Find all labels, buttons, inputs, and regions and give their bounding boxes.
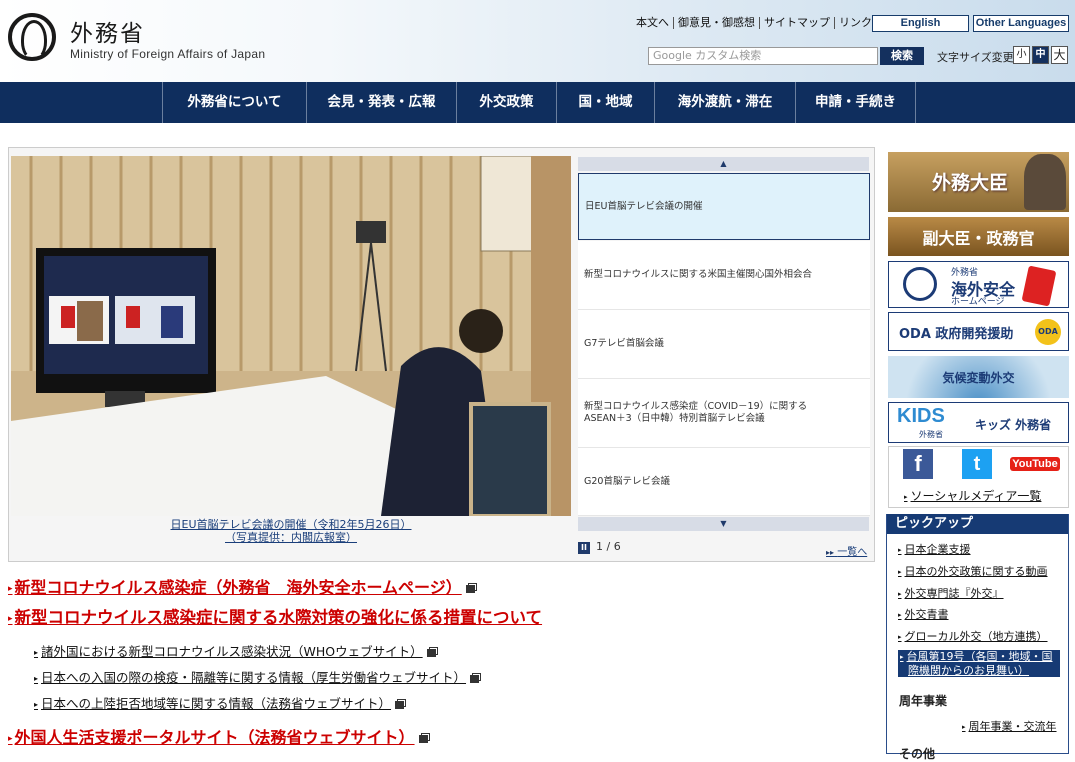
external-link-icon — [395, 700, 405, 709]
social-media-list-link[interactable]: ソーシャルメディア一覧 — [904, 487, 1042, 504]
font-size-medium-button[interactable]: 中 — [1032, 46, 1049, 64]
caption-line-1[interactable]: 日EU首脳テレビ会議の開催（令和2年5月26日） — [171, 518, 412, 531]
twitter-icon[interactable]: t — [962, 449, 992, 479]
font-size-label: 文字サイズ変更 — [937, 51, 1014, 64]
slide-item-1[interactable]: 日EU首脳テレビ会議の開催 — [578, 173, 870, 240]
anniversary-title: 周年事業 — [899, 694, 948, 708]
pickup-link-3[interactable]: 外交専門誌『外交』 — [898, 585, 1004, 601]
util-link-skip[interactable]: 本文へ — [632, 17, 673, 29]
passport-mascot-icon — [1021, 265, 1057, 307]
slide-item-label: 新型コロナウイルス感染症（COVID－19）に関する ASEAN＋3（日中韓）特別… — [584, 401, 807, 425]
search-input[interactable]: Google カスタム検索 — [648, 47, 878, 65]
site-title-jp[interactable]: 外務省 — [70, 14, 145, 48]
pickup-title: ピックアップ — [887, 514, 1068, 534]
minister-photo — [1024, 154, 1066, 210]
slide-item-label: G7テレビ首脳会議 — [584, 338, 664, 349]
oda-mascot-icon: ODA — [1035, 319, 1061, 345]
kids-label: キッズ 外務省 — [975, 418, 1052, 432]
sub-link-moj[interactable]: 日本への上陸拒否地域等に関する情報（法務省ウェブサイト） — [34, 693, 405, 712]
main-link-covid-safety[interactable]: 新型コロナウイルス感染症（外務省 海外安全ホームページ） — [8, 574, 475, 598]
english-button[interactable]: English — [872, 15, 969, 32]
search-button[interactable]: 検索 — [880, 47, 924, 65]
slider-down-arrow-icon[interactable]: ▼ — [578, 517, 869, 531]
typhoon-line-1: 台風第19号（各国・地域・国 — [906, 650, 1053, 663]
pickup-link-5[interactable]: グローカル外交（地方連携） — [898, 628, 1048, 644]
climate-label: 気候変動外交 — [942, 371, 1015, 385]
nav-regions[interactable]: 国・地域 — [556, 82, 654, 123]
slider-pager: II 1 / 6 — [578, 540, 621, 554]
main-link-label: 新型コロナウイルス感染症（外務省 海外安全ホームページ） — [14, 578, 462, 597]
pager-count: 1 / 6 — [596, 540, 621, 553]
external-link-icon — [470, 674, 480, 683]
main-link-border-measures[interactable]: 新型コロナウイルス感染症に関する水際対策の強化に係る措置について — [8, 604, 543, 628]
facebook-icon[interactable]: f — [903, 449, 933, 479]
site-title-en[interactable]: Ministry of Foreign Affairs of Japan — [70, 47, 265, 61]
minister-label: 外務大臣 — [932, 172, 1009, 194]
slide-item-label: G20首脳テレビ会議 — [584, 475, 670, 487]
mofa-logo-icon[interactable] — [8, 13, 56, 61]
kids-logo-icon: KIDS — [897, 405, 945, 427]
nav-procedures[interactable]: 申請・手続き — [795, 82, 916, 123]
climate-banner[interactable]: 気候変動外交 — [888, 356, 1069, 398]
youtube-icon[interactable]: YouTube — [1010, 449, 1060, 479]
vice-minister-banner[interactable]: 副大臣・政務官 — [888, 217, 1069, 256]
meeting-photo — [11, 156, 571, 516]
mofa-logo-icon — [903, 267, 937, 301]
site-header: 外務省 Ministry of Foreign Affairs of Japan… — [0, 0, 1075, 82]
slide-item-4[interactable]: 新型コロナウイルス感染症（COVID－19）に関する ASEAN＋3（日中韓）特別… — [578, 379, 870, 448]
pickup-link-4[interactable]: 外交青書 — [898, 606, 949, 622]
nav-policy[interactable]: 外交政策 — [456, 82, 556, 123]
util-link-sitemap[interactable]: サイトマップ — [759, 17, 834, 29]
main-link-foreign-residents[interactable]: 外国人生活支援ポータルサイト（法務省ウェブサイト） — [8, 724, 428, 748]
caption-line-2[interactable]: （写真提供：内閣広報室） — [225, 531, 357, 544]
minister-banner[interactable]: 外務大臣 — [888, 152, 1069, 212]
nav-travel[interactable]: 海外渡航・滞在 — [654, 82, 795, 123]
safety-sub-label: ホームページ — [951, 297, 1005, 307]
slide-item-3[interactable]: G7テレビ首脳会議 — [578, 310, 870, 379]
sub-link-who[interactable]: 諸外国における新型コロナウイルス感染状況（WHOウェブサイト） — [34, 641, 436, 660]
font-size-large-button[interactable]: 大 — [1051, 46, 1068, 64]
external-link-icon — [465, 584, 475, 593]
pickup-link-typhoon[interactable]: 台風第19号（各国・地域・国際機関からのお見舞い） — [898, 650, 1060, 677]
double-arrow-icon: ▸▸ — [826, 548, 835, 557]
sub-link-label: 日本への上陸拒否地域等に関する情報（法務省ウェブサイト） — [41, 696, 392, 711]
slide-item-label: 新型コロナウイルスに関する米国主催関心国外相会合 — [584, 269, 813, 280]
slide-item-label-line-1: 新型コロナウイルス感染症（COVID－19）に関する — [584, 401, 808, 412]
oda-label: ODA 政府開発援助 — [899, 327, 1014, 342]
youtube-label: YouTube — [1010, 457, 1060, 471]
typhoon-line-2: 際機関からのお見舞い） — [908, 663, 1029, 677]
utility-links: 本文へ 御意見・御感想 サイトマップ リンク集 — [632, 17, 887, 29]
overseas-safety-banner[interactable]: 外務省 海外安全 ホームページ — [888, 261, 1069, 308]
slide-item-2[interactable]: 新型コロナウイルスに関する米国主催関心国外相会合 — [578, 241, 870, 310]
slider-list-all-link[interactable]: ▸▸ 一覧へ — [826, 543, 867, 558]
vice-minister-label: 副大臣・政務官 — [922, 229, 1035, 248]
sub-link-label: 日本への入国の際の検疫・隔離等に関する情報（厚生労働省ウェブサイト） — [41, 670, 467, 685]
slide-item-label: 日EU首脳テレビ会議の開催 — [585, 200, 703, 212]
global-nav: 外務省について 会見・発表・広報 外交政策 国・地域 海外渡航・滞在 申請・手続… — [0, 82, 1075, 123]
slide-photo[interactable] — [11, 156, 571, 516]
kids-banner[interactable]: KIDS 外務省 キッズ 外務省 — [888, 402, 1069, 443]
list-all-label: 一覧へ — [837, 547, 868, 558]
slide-item-label-line-2: ASEAN＋3（日中韓）特別首脳テレビ会議 — [584, 413, 765, 424]
sub-link-mhlw[interactable]: 日本への入国の際の検疫・隔離等に関する情報（厚生労働省ウェブサイト） — [34, 667, 480, 686]
main-link-label: 外国人生活支援ポータルサイト（法務省ウェブサイト） — [14, 728, 415, 747]
main-link-label: 新型コロナウイルス感染症に関する水際対策の強化に係る措置について — [14, 608, 543, 627]
external-link-icon — [418, 734, 428, 743]
kids-logo-sub: 外務省 — [919, 430, 943, 439]
pickup-link-2[interactable]: 日本の外交政策に関する動画 — [898, 563, 1048, 579]
slider-up-arrow-icon[interactable]: ▲ — [578, 157, 869, 171]
oda-banner[interactable]: ODA 政府開発援助 ODA — [888, 312, 1069, 351]
font-size-small-button[interactable]: 小 — [1013, 46, 1030, 64]
anniversary-link[interactable]: 周年事業・交流年 — [962, 718, 1057, 734]
pickup-link-1[interactable]: 日本企業支援 — [898, 541, 971, 557]
util-link-feedback[interactable]: 御意見・御感想 — [673, 17, 759, 29]
pause-icon[interactable]: II — [578, 542, 590, 554]
external-link-icon — [426, 648, 436, 657]
sub-link-label: 諸外国における新型コロナウイルス感染状況（WHOウェブサイト） — [41, 644, 423, 659]
other-languages-button[interactable]: Other Languages — [973, 15, 1069, 32]
slide-caption[interactable]: 日EU首脳テレビ会議の開催（令和2年5月26日） （写真提供：内閣広報室） — [11, 518, 571, 544]
slide-item-5[interactable]: G20首脳テレビ会議 — [578, 448, 870, 516]
nav-press[interactable]: 会見・発表・広報 — [306, 82, 456, 123]
nav-about[interactable]: 外務省について — [162, 82, 306, 123]
